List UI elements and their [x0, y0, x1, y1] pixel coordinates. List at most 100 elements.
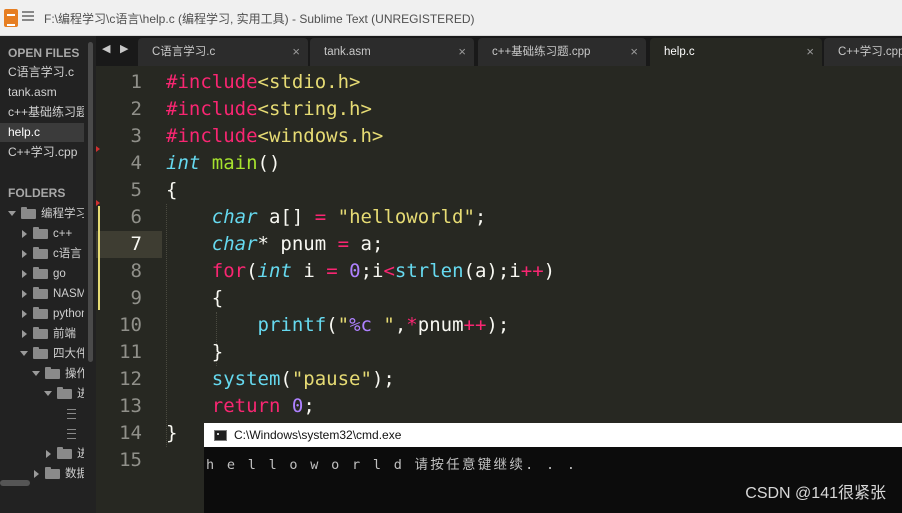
- tree-item-label: NASM: [53, 288, 84, 300]
- tree-item-label: go: [53, 268, 66, 280]
- expanded-triangle-icon[interactable]: [32, 371, 40, 377]
- code-token: system: [211, 368, 281, 390]
- collapsed-triangle-icon[interactable]: [22, 289, 27, 298]
- cmd-title: C:\Windows\system32\cmd.exe: [234, 428, 402, 442]
- tree-item-label: python: [53, 308, 84, 320]
- folder-icon: [57, 446, 72, 459]
- fold-marker-icon[interactable]: [96, 200, 100, 206]
- tree-item-label: 编程学习: [41, 208, 84, 220]
- tree-file-item[interactable]: [56, 425, 84, 443]
- open-file-item[interactable]: help.c: [0, 123, 84, 142]
- code-token: }: [166, 341, 224, 363]
- folder-icon: [33, 286, 48, 299]
- csdn-watermark: CSDN @141很紧张: [745, 485, 886, 502]
- sidebar-horizontal-scrollbar[interactable]: [0, 480, 30, 486]
- expanded-triangle-icon[interactable]: [8, 211, 16, 217]
- hamburger-menu-icon[interactable]: [22, 11, 34, 21]
- code-line[interactable]: char a[] = "helloworld";: [166, 204, 487, 231]
- tree-folder-item[interactable]: 编程学习: [8, 205, 84, 223]
- tree-folder-item[interactable]: 进程: [44, 385, 84, 403]
- code-token: );: [486, 314, 510, 336]
- collapsed-triangle-icon[interactable]: [22, 329, 27, 338]
- collapsed-triangle-icon[interactable]: [22, 309, 27, 318]
- tab-close-icon[interactable]: ×: [806, 38, 814, 66]
- tab-item[interactable]: help.c ×: [650, 38, 822, 66]
- code-token: #include: [166, 71, 258, 93]
- tab-item[interactable]: c++基础练习题.cpp ×: [478, 38, 646, 66]
- collapsed-triangle-icon[interactable]: [22, 249, 27, 258]
- code-token: ,: [394, 314, 407, 336]
- code-line[interactable]: char* pnum = a;: [166, 231, 384, 258]
- expanded-triangle-icon[interactable]: [44, 391, 52, 397]
- tree-folder-item[interactable]: 四大件: [20, 345, 84, 363]
- fold-marker-icon[interactable]: [96, 146, 100, 152]
- tree-folder-item[interactable]: go: [20, 265, 84, 283]
- code-token: for: [211, 260, 247, 282]
- folder-icon: [45, 466, 60, 479]
- tab-close-icon[interactable]: ×: [458, 38, 466, 66]
- collapsed-triangle-icon[interactable]: [34, 469, 39, 478]
- sublime-app-icon[interactable]: [4, 9, 18, 27]
- open-file-item[interactable]: c++基础练习题.cpp: [0, 103, 84, 122]
- code-token: =: [326, 260, 338, 282]
- folder-icon: [33, 226, 48, 239]
- tree-folder-item[interactable]: 数据结构: [32, 465, 84, 483]
- folder-icon: [33, 246, 48, 259]
- line-number: 4: [130, 152, 142, 174]
- open-files-header: OPEN FILES: [8, 46, 80, 60]
- expanded-triangle-icon[interactable]: [20, 351, 28, 357]
- code-token: ;: [303, 395, 315, 417]
- collapsed-triangle-icon[interactable]: [22, 269, 27, 278]
- code-token: "helloworld": [337, 206, 475, 228]
- collapsed-triangle-icon[interactable]: [46, 449, 51, 458]
- open-file-item[interactable]: C++学习.cpp: [0, 143, 84, 162]
- code-token: (a);i: [463, 260, 521, 282]
- code-line[interactable]: #include<windows.h>: [166, 123, 383, 150]
- code-token: <string.h>: [257, 98, 372, 120]
- code-token: <stdio.h>: [257, 71, 361, 93]
- tree-folder-item[interactable]: c++: [20, 225, 84, 243]
- code-line[interactable]: {: [166, 285, 223, 312]
- tab-close-icon[interactable]: ×: [630, 38, 638, 66]
- tree-folder-item[interactable]: 进程2: [44, 445, 84, 463]
- tree-folder-item[interactable]: 操作系统: [32, 365, 84, 383]
- folder-icon: [45, 366, 60, 379]
- tab-item[interactable]: C++学习.cpp: [824, 38, 902, 66]
- code-line[interactable]: #include<string.h>: [166, 96, 372, 123]
- tree-folder-item[interactable]: NASM: [20, 285, 84, 303]
- cmd-window[interactable]: C:\Windows\system32\cmd.exe h e l l o w …: [204, 423, 902, 513]
- folder-icon: [21, 206, 36, 219]
- tree-folder-item[interactable]: python: [20, 305, 84, 323]
- tab-item[interactable]: tank.asm ×: [310, 38, 474, 66]
- code-line[interactable]: system("pause");: [166, 366, 395, 393]
- code-line[interactable]: return 0;: [166, 393, 315, 420]
- open-file-item[interactable]: tank.asm: [0, 83, 84, 102]
- tree-folder-item[interactable]: c语言: [20, 245, 84, 263]
- code-token: return: [211, 395, 281, 417]
- code-line[interactable]: for(int i = 0;i<strlen(a);i++): [166, 258, 555, 285]
- tab-close-icon[interactable]: ×: [292, 38, 300, 66]
- code-line[interactable]: {: [166, 177, 177, 204]
- open-file-item[interactable]: C语言学习.c: [0, 63, 84, 82]
- tab-label: C++学习.cpp: [838, 46, 902, 58]
- collapsed-triangle-icon[interactable]: [22, 229, 27, 238]
- modified-line-marker: [98, 206, 100, 310]
- code-line[interactable]: printf("%c ",*pnum++);: [166, 312, 510, 339]
- code-line[interactable]: #include<stdio.h>: [166, 69, 360, 96]
- code-token: printf: [257, 314, 327, 336]
- sidebar-scrollbar[interactable]: [88, 42, 93, 362]
- code-token: *: [406, 314, 418, 336]
- code-line[interactable]: int main(): [166, 150, 280, 177]
- tree-folder-item[interactable]: 前端: [20, 325, 84, 343]
- folder-icon: [33, 306, 48, 319]
- code-line[interactable]: }: [166, 339, 223, 366]
- tab-nav-arrows[interactable]: ◀ ▶: [102, 42, 131, 55]
- tab-item[interactable]: C语言学习.c ×: [138, 38, 308, 66]
- tree-file-item[interactable]: [56, 405, 84, 423]
- code-line[interactable]: }: [166, 420, 177, 447]
- cmd-title-bar[interactable]: C:\Windows\system32\cmd.exe: [204, 423, 902, 447]
- code-token: =: [337, 233, 350, 255]
- tree-item-label: c语言: [53, 248, 82, 260]
